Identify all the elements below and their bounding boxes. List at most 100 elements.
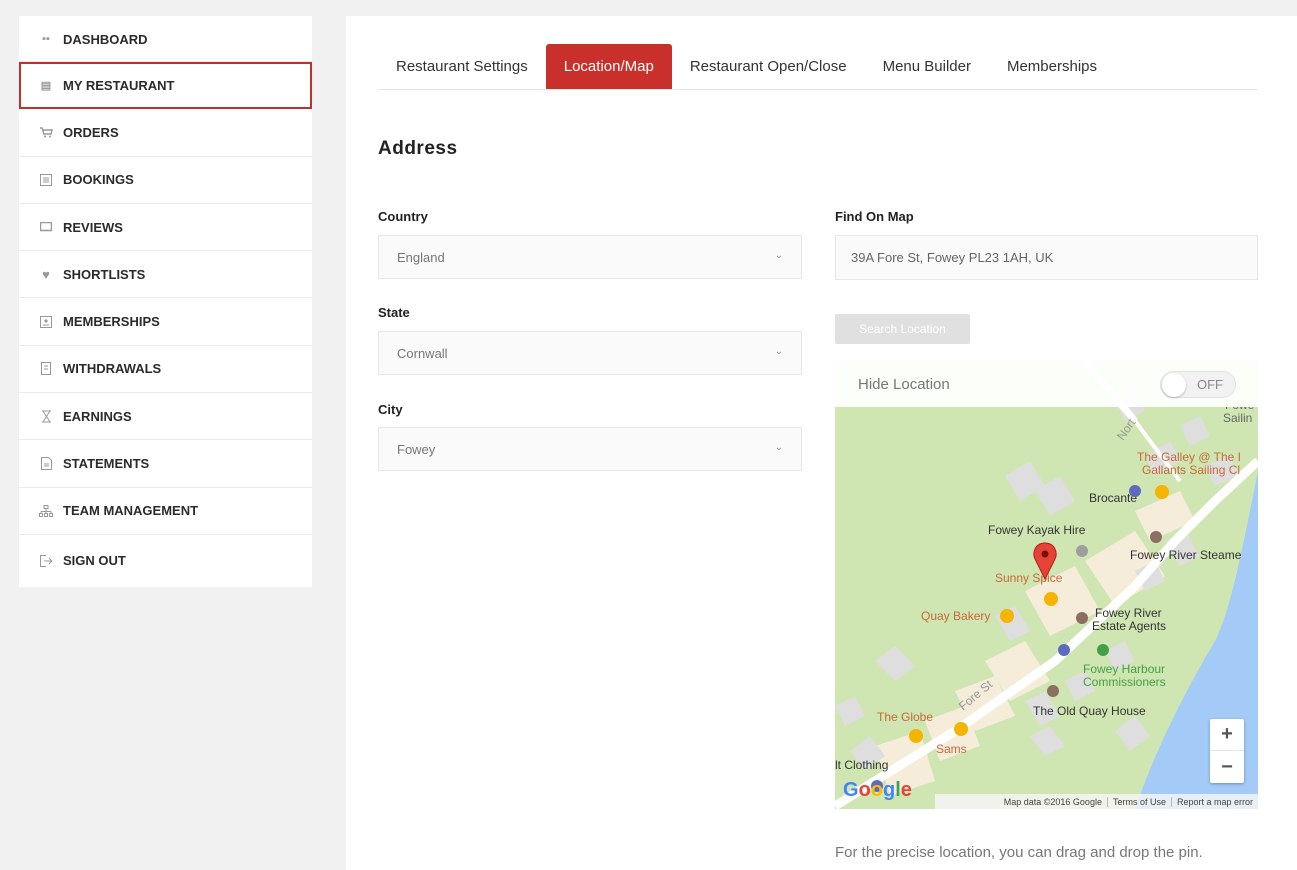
sidebar-item-label: TEAM MANAGEMENT (63, 503, 199, 519)
sidebar-item-dashboard[interactable]: ▪▪ DASHBOARD (19, 16, 312, 62)
restaurant-marker-icon (1044, 592, 1058, 606)
city-select[interactable]: Fowey ⌄ (378, 427, 802, 471)
sidebar-item-label: EARNINGS (63, 408, 132, 424)
team-icon (39, 504, 53, 518)
camera-marker-icon (1076, 545, 1088, 557)
map-label-clothing: lt Clothing (835, 758, 888, 772)
shopping-marker-icon (1129, 485, 1141, 497)
tab-bar: Restaurant Settings Location/Map Restaur… (378, 44, 1258, 90)
sidebar-item-shortlists[interactable]: ♥ SHORTLISTS (19, 251, 312, 299)
sidebar-item-bookings[interactable]: BOOKINGS (19, 157, 312, 204)
tab-menu-builder[interactable]: Menu Builder (865, 44, 989, 89)
sidebar-item-sign-out[interactable]: SIGN OUT (19, 535, 312, 587)
chevron-down-icon: ⌄ (774, 442, 783, 453)
report-map-error-link[interactable]: Report a map error (1170, 796, 1258, 807)
map-label-quay-bakery: Quay Bakery (921, 609, 990, 623)
restaurant-marker-icon (909, 729, 923, 743)
map-label-sams: Sams (936, 742, 967, 756)
sidebar: ▪▪ DASHBOARD ▤ MY RESTAURANT ORDERS BOOK… (19, 16, 312, 587)
tab-restaurant-open-close[interactable]: Restaurant Open/Close (672, 44, 865, 89)
reviews-icon (39, 220, 53, 234)
map-label-old-quay: The Old Quay House (1033, 704, 1146, 718)
map-label-galley-1: The Galley @ The I (1137, 450, 1241, 464)
withdrawals-icon (39, 362, 53, 376)
sidebar-item-label: BOOKINGS (63, 172, 134, 188)
chevron-down-icon: ⌄ (774, 346, 783, 357)
cart-icon (39, 125, 53, 139)
map-label-steamer: Fowey River Steame (1130, 548, 1242, 562)
country-value: England (397, 249, 445, 265)
state-value: Cornwall (397, 345, 448, 361)
sidebar-item-label: WITHDRAWALS (63, 361, 162, 377)
hide-location-toggle[interactable]: OFF (1160, 371, 1236, 398)
sidebar-item-withdrawals[interactable]: WITHDRAWALS (19, 346, 312, 394)
restaurant-marker-icon (1155, 485, 1169, 499)
country-label: Country (378, 209, 428, 224)
sidebar-item-my-restaurant[interactable]: ▤ MY RESTAURANT (19, 62, 312, 110)
sidebar-item-team-management[interactable]: TEAM MANAGEMENT (19, 488, 312, 535)
main-panel: Restaurant Settings Location/Map Restaur… (346, 16, 1297, 870)
poi-marker-icon (1150, 531, 1162, 543)
map-hide-location-bar: Hide Location OFF (835, 361, 1258, 407)
earnings-icon (39, 409, 53, 423)
poi-marker-icon (1076, 612, 1088, 624)
city-value: Fowey (397, 441, 436, 457)
sidebar-item-label: STATEMENTS (63, 456, 150, 472)
map-label-harbour-1: Fowey Harbour (1083, 662, 1165, 676)
tab-location-map[interactable]: Location/Map (545, 44, 672, 89)
sidebar-item-memberships[interactable]: MEMBERSHIPS (19, 298, 312, 346)
google-logo: Google (843, 779, 912, 801)
zoom-out-button[interactable]: − (1210, 751, 1244, 783)
heart-icon: ♥ (42, 266, 50, 282)
park-marker-icon (1097, 644, 1109, 656)
map-label-galley-2: Gallants Sailing Cl (1142, 463, 1240, 477)
city-label: City (378, 402, 403, 417)
state-label: State (378, 305, 410, 320)
sign-out-icon (39, 554, 53, 568)
map-label-estate-1: Fowey River (1095, 606, 1162, 620)
map-label-sailing: Sailin (1223, 411, 1252, 425)
hotel-marker-icon (1047, 685, 1059, 697)
map-label-globe: The Globe (877, 710, 933, 724)
zoom-in-button[interactable]: + (1210, 719, 1244, 751)
sidebar-item-label: ORDERS (63, 124, 119, 140)
sidebar-item-label: MY RESTAURANT (63, 77, 175, 93)
map-instruction-text: For the precise location, you can drag a… (835, 844, 1203, 861)
chevron-down-icon: ⌄ (774, 250, 783, 261)
sidebar-item-statements[interactable]: STATEMENTS (19, 440, 312, 488)
map-data-credit: Map data ©2016 Google (1003, 796, 1102, 807)
statements-icon (39, 457, 53, 471)
sidebar-item-label: SIGN OUT (63, 553, 126, 569)
sidebar-item-orders[interactable]: ORDERS (19, 109, 312, 157)
address-heading: Address (378, 138, 458, 159)
sidebar-item-label: DASHBOARD (63, 32, 148, 47)
shopping-marker-icon (1058, 644, 1070, 656)
map-label-harbour-2: Commissioners (1083, 675, 1166, 689)
restaurant-marker-icon (1000, 609, 1014, 623)
country-select[interactable]: England ⌄ (378, 235, 802, 279)
sidebar-item-label: SHORTLISTS (63, 266, 146, 282)
dashboard-icon: ▪▪ (42, 33, 50, 45)
restaurant-icon: ▤ (40, 79, 52, 92)
restaurant-marker-icon (954, 722, 968, 736)
map-attribution: Map data ©2016 Google Terms of Use Repor… (935, 794, 1258, 809)
sidebar-item-earnings[interactable]: EARNINGS (19, 393, 312, 441)
bookings-icon (39, 173, 53, 187)
state-select[interactable]: Cornwall ⌄ (378, 331, 802, 375)
map-label-sunny-spice: Sunny Spice (995, 571, 1063, 585)
toggle-state: OFF (1197, 377, 1223, 392)
find-on-map-input[interactable]: 39A Fore St, Fowey PL23 1AH, UK (835, 235, 1258, 280)
sidebar-item-reviews[interactable]: REVIEWS (19, 204, 312, 252)
tab-restaurant-settings[interactable]: Restaurant Settings (378, 44, 546, 89)
toggle-knob (1162, 373, 1186, 397)
search-location-button[interactable]: Search Location (835, 314, 970, 344)
map-zoom-control: + − (1210, 719, 1244, 783)
terms-of-use-link[interactable]: Terms of Use (1106, 796, 1171, 807)
memberships-icon (39, 315, 53, 329)
tab-memberships[interactable]: Memberships (989, 44, 1115, 89)
map-label-estate-2: Estate Agents (1092, 619, 1166, 633)
map-view[interactable]: Nort Fowe Sailin The Galley @ The I Gall… (835, 361, 1258, 809)
sidebar-item-label: REVIEWS (63, 219, 123, 235)
find-on-map-label: Find On Map (835, 209, 914, 224)
sidebar-item-label: MEMBERSHIPS (63, 314, 160, 330)
